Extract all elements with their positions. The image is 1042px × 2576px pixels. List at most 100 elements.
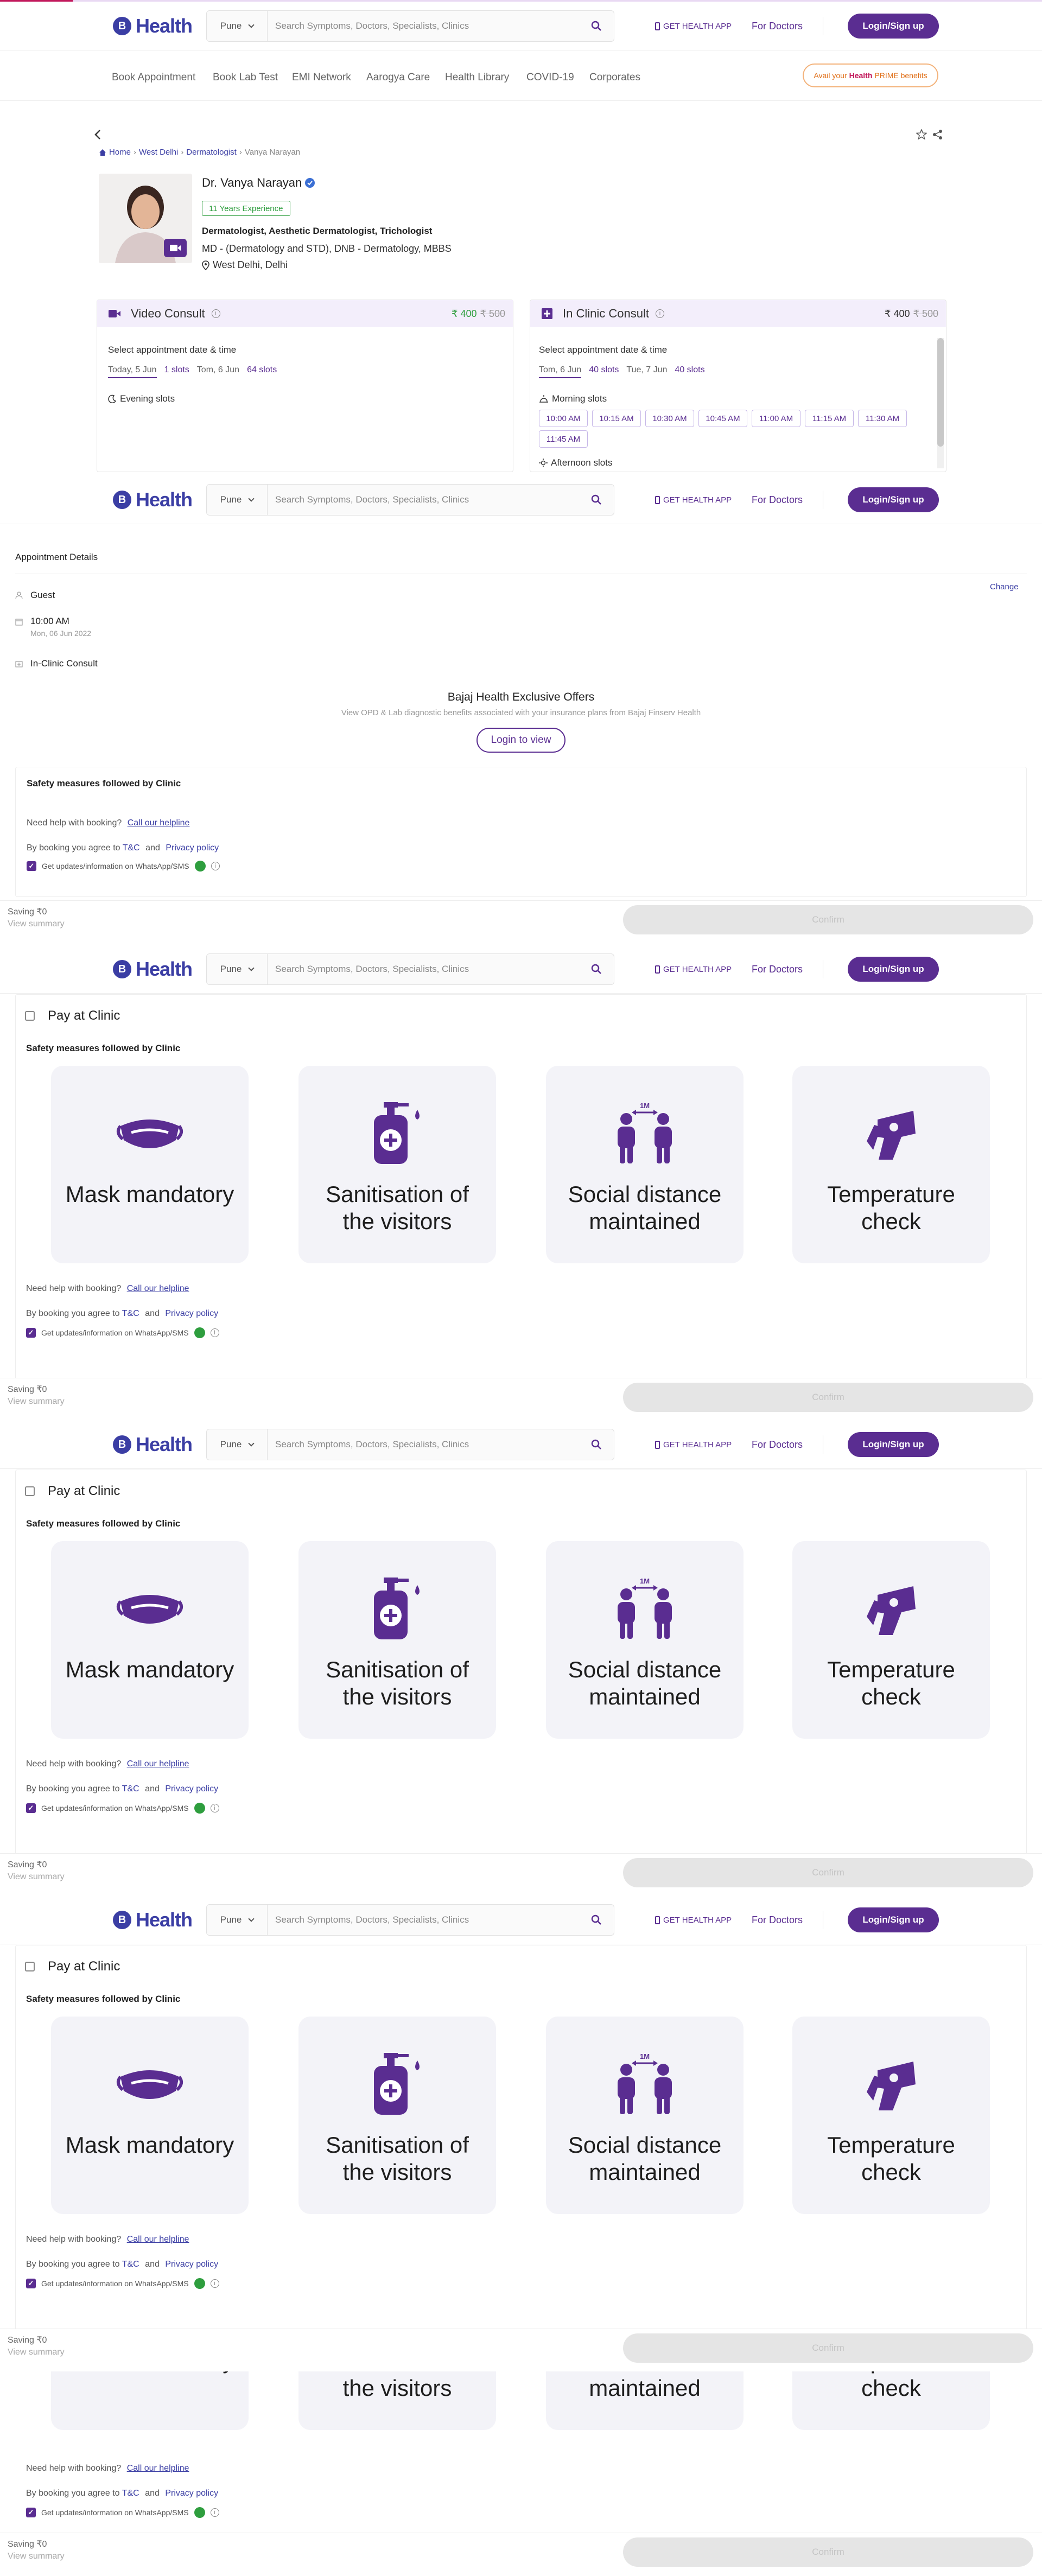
confirm-button[interactable]: Confirm [623, 1383, 1033, 1412]
time-slot[interactable]: 11:00 AM [752, 410, 800, 427]
time-slot[interactable]: 11:15 AM [805, 410, 854, 427]
time-slot[interactable]: 11:30 AM [858, 410, 907, 427]
breadcrumb-specialty[interactable]: Dermatologist [186, 148, 237, 157]
get-app-link[interactable]: GET HEALTH APP [655, 1916, 732, 1925]
for-doctors-link[interactable]: For Doctors [752, 21, 803, 32]
breadcrumb-home[interactable]: Home [109, 148, 131, 157]
privacy-link[interactable]: Privacy policy [165, 2489, 218, 2498]
scrollbar[interactable] [937, 338, 944, 468]
pay-at-clinic-row[interactable]: Pay at Clinic [25, 1959, 120, 1974]
confirm-button[interactable]: Confirm [623, 2333, 1033, 2363]
tnc-link[interactable]: T&C [122, 2260, 139, 2269]
share-icon[interactable] [932, 129, 943, 143]
nav-corporates[interactable]: Corporates [589, 72, 640, 84]
privacy-link[interactable]: Privacy policy [165, 1784, 218, 1793]
login-button[interactable]: Login/Sign up [848, 1907, 939, 1932]
view-summary-link[interactable]: View summary [8, 1397, 65, 1407]
view-summary-link[interactable]: View summary [8, 2552, 65, 2561]
search-icon[interactable] [586, 21, 607, 31]
login-button[interactable]: Login/Sign up [848, 1432, 939, 1457]
pay-at-clinic-row[interactable]: Pay at Clinic [25, 1008, 120, 1023]
helpline-link[interactable]: Call our helpline [127, 2235, 189, 2244]
for-doctors-link[interactable]: For Doctors [752, 494, 803, 506]
city-select[interactable]: Pune [207, 954, 268, 984]
helpline-link[interactable]: Call our helpline [127, 2464, 189, 2473]
time-slot[interactable]: 10:30 AM [645, 410, 694, 427]
help-icon[interactable]: i [211, 309, 220, 318]
login-button[interactable]: Login/Sign up [848, 14, 939, 39]
for-doctors-link[interactable]: For Doctors [752, 1914, 803, 1926]
get-app-link[interactable]: GET HEALTH APP [655, 965, 732, 974]
time-slot[interactable]: 10:15 AM [592, 410, 641, 427]
info-icon[interactable]: i [210, 2279, 219, 2288]
helpline-link[interactable]: Call our helpline [128, 818, 190, 828]
helpline-link[interactable]: Call our helpline [127, 1284, 189, 1293]
updates-checkbox[interactable]: ✓ [27, 861, 36, 871]
tnc-link[interactable]: T&C [122, 2489, 139, 2498]
search-icon[interactable] [586, 1914, 607, 1925]
nav-book-appointment[interactable]: Book Appointment [112, 72, 195, 84]
logo[interactable]: B Health [113, 958, 193, 981]
search-input[interactable]: Search Symptoms, Doctors, Specialists, C… [268, 494, 586, 505]
help-icon[interactable]: i [655, 309, 664, 318]
city-select[interactable]: Pune [207, 11, 268, 41]
info-icon[interactable]: i [210, 1328, 219, 1337]
nav-health-library[interactable]: Health Library [445, 72, 509, 84]
pay-at-clinic-checkbox[interactable] [25, 1011, 35, 1021]
city-select[interactable]: Pune [207, 1905, 268, 1935]
info-icon[interactable]: i [211, 862, 220, 870]
view-summary-link[interactable]: View summary [8, 2348, 65, 2357]
updates-checkbox[interactable]: ✓ [26, 1803, 36, 1813]
confirm-button[interactable]: Confirm [623, 1858, 1033, 1887]
change-link[interactable]: Change [990, 582, 1019, 591]
nav-aarogya-care[interactable]: Aarogya Care [366, 72, 430, 84]
get-app-link[interactable]: GET HEALTH APP [655, 495, 732, 505]
prime-benefits-button[interactable]: Avail your Health PRIME benefits [803, 63, 938, 87]
updates-checkbox[interactable]: ✓ [26, 1328, 36, 1338]
tnc-link[interactable]: T&C [122, 1784, 139, 1793]
login-to-view-button[interactable]: Login to view [476, 728, 566, 753]
breadcrumb-city[interactable]: West Delhi [139, 148, 178, 157]
confirm-button[interactable]: Confirm [623, 2537, 1033, 2567]
info-icon[interactable]: i [210, 2508, 219, 2517]
date-tab[interactable]: Tue, 7 Jun [626, 365, 667, 378]
search-icon[interactable] [586, 964, 607, 975]
pay-at-clinic-row[interactable]: Pay at Clinic [25, 1484, 120, 1499]
view-summary-link[interactable]: View summary [8, 919, 65, 929]
search-input[interactable]: Search Symptoms, Doctors, Specialists, C… [268, 964, 586, 975]
tnc-link[interactable]: T&C [123, 843, 140, 853]
search-icon[interactable] [586, 494, 607, 505]
time-slot[interactable]: 10:45 AM [698, 410, 747, 427]
date-tab[interactable]: Tom, 6 Jun [539, 365, 582, 378]
confirm-button[interactable]: Confirm [623, 905, 1033, 934]
nav-book-lab-test[interactable]: Book Lab Test [213, 72, 278, 84]
helpline-link[interactable]: Call our helpline [127, 1759, 189, 1769]
info-icon[interactable]: i [210, 1804, 219, 1812]
search-icon[interactable] [586, 1439, 607, 1450]
date-tab[interactable]: Today, 5 Jun [108, 365, 157, 378]
search-input[interactable]: Search Symptoms, Doctors, Specialists, C… [268, 1914, 586, 1925]
time-slot[interactable]: 11:45 AM [539, 430, 588, 448]
get-app-link[interactable]: GET HEALTH APP [655, 22, 732, 31]
privacy-link[interactable]: Privacy policy [165, 2260, 218, 2269]
updates-checkbox[interactable]: ✓ [26, 2508, 36, 2517]
logo[interactable]: B Health [113, 15, 193, 37]
date-tab[interactable]: Tom, 6 Jun [197, 365, 239, 378]
login-button[interactable]: Login/Sign up [848, 957, 939, 982]
nav-covid[interactable]: COVID-19 [526, 72, 574, 84]
login-button[interactable]: Login/Sign up [848, 487, 939, 512]
view-summary-link[interactable]: View summary [8, 1872, 65, 1882]
updates-checkbox[interactable]: ✓ [26, 2279, 36, 2288]
for-doctors-link[interactable]: For Doctors [752, 964, 803, 975]
nav-emi-network[interactable]: EMI Network [292, 72, 351, 84]
privacy-link[interactable]: Privacy policy [165, 1309, 218, 1318]
city-select[interactable]: Pune [207, 1429, 268, 1460]
time-slot[interactable]: 10:00 AM [539, 410, 588, 427]
get-app-link[interactable]: GET HEALTH APP [655, 1440, 732, 1449]
star-icon[interactable] [916, 129, 927, 143]
privacy-link[interactable]: Privacy policy [166, 843, 219, 853]
search-input[interactable]: Search Symptoms, Doctors, Specialists, C… [268, 1439, 586, 1450]
pay-at-clinic-checkbox[interactable] [25, 1962, 35, 1971]
for-doctors-link[interactable]: For Doctors [752, 1439, 803, 1451]
search-input[interactable]: Search Symptoms, Doctors, Specialists, C… [268, 21, 586, 31]
